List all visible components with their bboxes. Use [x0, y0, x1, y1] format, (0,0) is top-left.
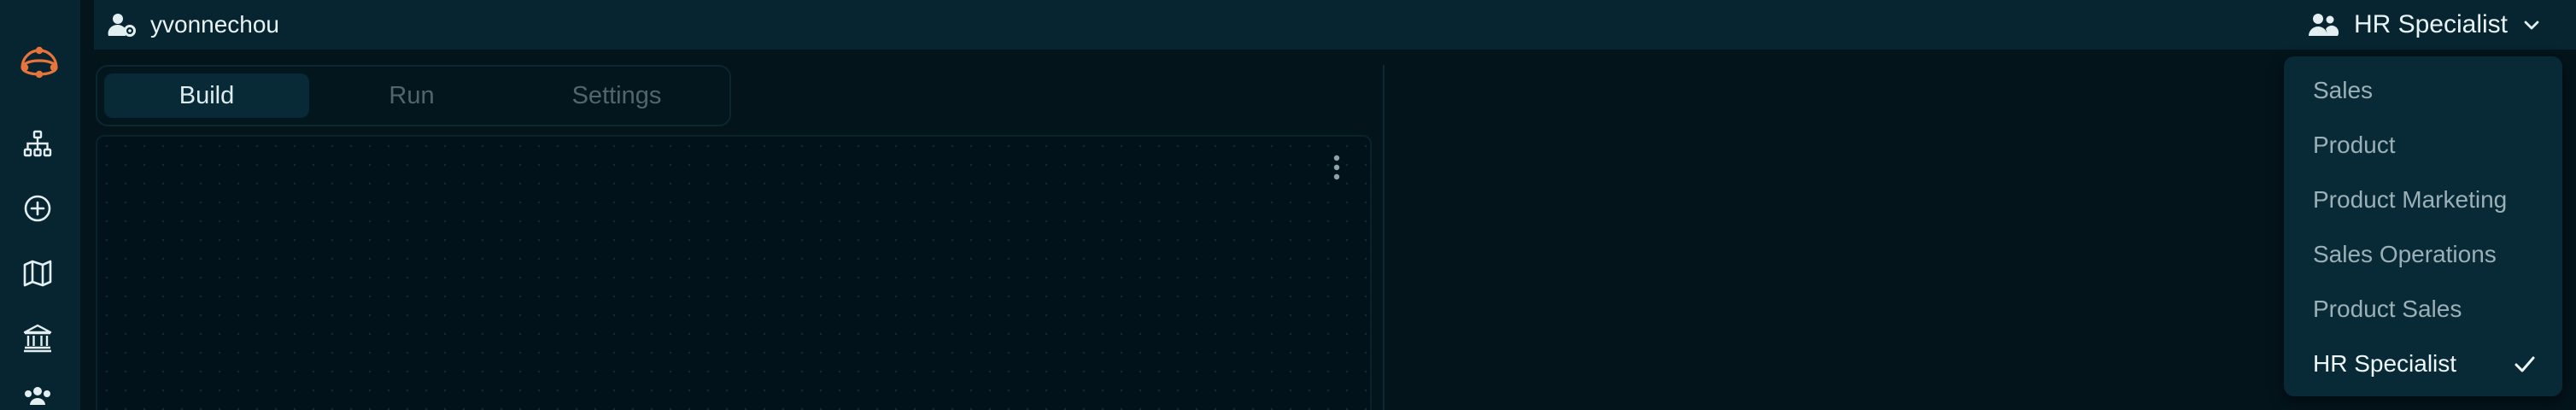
- tab-settings[interactable]: Settings: [514, 73, 719, 118]
- role-option-label: Product Sales: [2313, 296, 2462, 322]
- build-canvas[interactable]: [96, 135, 1372, 410]
- tab-run[interactable]: Run: [309, 73, 514, 118]
- role-option-sales[interactable]: Sales: [2284, 63, 2562, 118]
- users-icon: [2308, 14, 2339, 36]
- user-gear-icon: [108, 14, 136, 37]
- role-option-product-sales[interactable]: Product Sales: [2284, 282, 2562, 337]
- team-icon[interactable]: [19, 381, 56, 410]
- role-dropdown-menu: Sales Product Product Marketing Sales Op…: [2284, 56, 2562, 396]
- bank-icon[interactable]: [19, 319, 56, 357]
- more-options-icon[interactable]: [1326, 152, 1348, 183]
- app-window: yvonnechou HR Specialist Build Run Setti…: [0, 0, 2576, 410]
- role-selector-value: HR Specialist: [2353, 10, 2508, 38]
- role-option-product-marketing[interactable]: Product Marketing: [2284, 173, 2562, 227]
- org-chart-icon[interactable]: [19, 125, 56, 162]
- top-bar: yvonnechou HR Specialist: [94, 0, 2576, 50]
- username: yvonnechou: [150, 11, 280, 38]
- role-option-label: Sales: [2313, 77, 2374, 103]
- role-option-label: Product Marketing: [2313, 186, 2508, 213]
- mode-tabs: Build Run Settings: [96, 65, 731, 126]
- check-icon: [2515, 356, 2535, 372]
- panel-divider[interactable]: [1383, 65, 1385, 410]
- role-option-label: HR Specialist: [2313, 350, 2457, 377]
- plus-circle-icon[interactable]: [19, 190, 56, 227]
- role-option-label: Sales Operations: [2313, 241, 2497, 267]
- role-option-hr-specialist[interactable]: HR Specialist: [2284, 337, 2562, 391]
- role-option-sales-operations[interactable]: Sales Operations: [2284, 227, 2562, 282]
- role-option-product[interactable]: Product: [2284, 118, 2562, 173]
- chevron-down-icon: [2524, 20, 2539, 30]
- app-logo-icon[interactable]: [15, 35, 64, 85]
- user-profile[interactable]: yvonnechou: [108, 0, 279, 50]
- role-selector[interactable]: HR Specialist: [2308, 0, 2542, 50]
- role-option-label: Product: [2313, 132, 2396, 158]
- tab-build[interactable]: Build: [104, 73, 309, 118]
- sidebar-rail: [0, 0, 80, 410]
- map-icon[interactable]: [19, 255, 56, 292]
